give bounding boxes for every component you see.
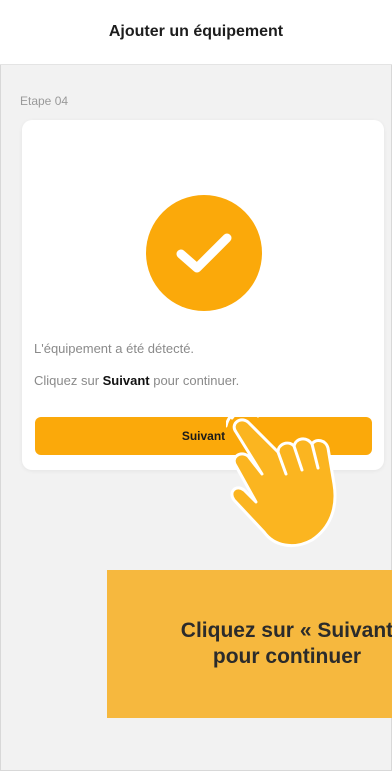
instruction-text: Cliquez sur Suivant pour continuer. [34, 373, 239, 388]
callout-text: Cliquez sur « Suivant pour continuer [107, 618, 392, 670]
instruction-bold: Suivant [102, 373, 150, 388]
pointing-hand-icon [226, 412, 337, 548]
instruction-suffix: pour continuer. [149, 373, 240, 388]
callout-line-2: pour continuer [212, 645, 362, 668]
instruction-prefix: Cliquez sur [34, 373, 103, 388]
success-badge [146, 195, 262, 311]
step-label: Etape 04 [20, 94, 69, 108]
tutorial-callout: Cliquez sur « Suivant pour continuer [107, 570, 392, 718]
status-text: L'équipement a été détecté. [34, 341, 195, 356]
app-header: Ajouter un équipement [0, 0, 392, 65]
page-title: Ajouter un équipement [108, 23, 284, 40]
check-icon [176, 233, 232, 273]
callout-line-1: Cliquez sur « Suivant [180, 619, 392, 642]
